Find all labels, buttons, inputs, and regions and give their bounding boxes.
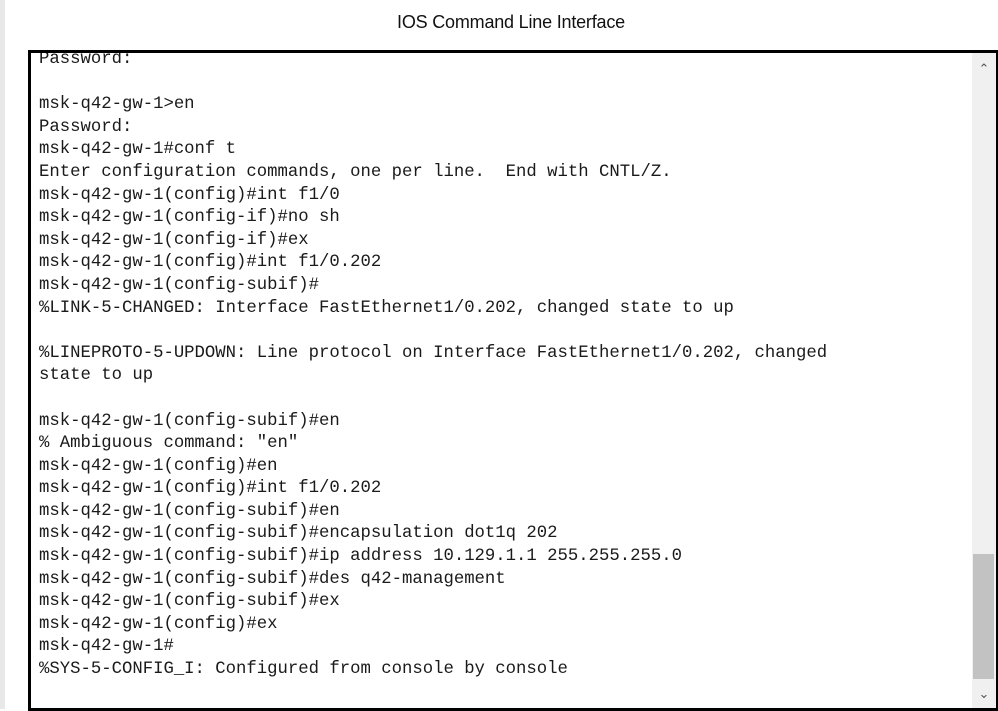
terminal-frame[interactable]: Password: msk-q42-gw-1>en Password: msk-q42… [28, 50, 998, 711]
terminal-line: msk-q42-gw-1>en [39, 95, 195, 115]
terminal-line: msk-q42-gw-1(config-subif)#encapsulation… [39, 524, 558, 544]
terminal-line: msk-q42-gw-1(config-subif)#des q42-manag… [39, 569, 506, 589]
terminal-line: state to up [39, 366, 154, 386]
scrollbar-thumb[interactable] [973, 554, 994, 679]
terminal-line: Password: [39, 117, 133, 137]
terminal-line: Password: [39, 50, 133, 69]
terminal-line: msk-q42-gw-1(config-subif)# [39, 275, 320, 295]
scroll-down-arrow-icon[interactable]: ⌄ [972, 682, 996, 706]
terminal-line: msk-q42-gw-1(config)#int f1/0 [39, 185, 340, 205]
terminal-line: msk-q42-gw-1# [39, 637, 174, 657]
terminal-line: msk-q42-gw-1(config-subif)#en [39, 501, 340, 521]
window-left-edge [0, 0, 5, 709]
terminal-line: msk-q42-gw-1(config-subif)#ip address 10… [39, 547, 682, 567]
terminal-line: Enter configuration commands, one per li… [39, 162, 672, 182]
terminal-line: msk-q42-gw-1(config-if)#no sh [39, 208, 340, 228]
terminal-line: %LINK-5-CHANGED: Interface FastEthernet1… [39, 298, 734, 318]
terminal-line: msk-q42-gw-1(config)#ex [39, 614, 278, 634]
terminal-line: % Ambiguous command: "en" [39, 434, 299, 454]
terminal-line: msk-q42-gw-1#conf t [39, 140, 237, 160]
terminal-line: msk-q42-gw-1(config-subif)#ex [39, 592, 340, 612]
terminal-line: msk-q42-gw-1(config-if)#ex [39, 230, 309, 250]
terminal-line: msk-q42-gw-1(config-subif)#en [39, 411, 340, 431]
terminal-line: msk-q42-gw-1(config)#int f1/0.202 [39, 479, 382, 499]
terminal-line: msk-q42-gw-1(config)#int f1/0.202 [39, 253, 382, 273]
terminal-line: msk-q42-gw-1(config)#en [39, 456, 278, 476]
vertical-scrollbar[interactable]: ⌃ ⌄ [972, 53, 996, 708]
terminal-line: %SYS-5-CONFIG_I: Configured from console… [39, 660, 568, 680]
scroll-up-arrow-icon[interactable]: ⌃ [972, 57, 996, 81]
terminal-output[interactable]: Password: msk-q42-gw-1>en Password: msk-q42… [39, 50, 964, 682]
window-title: IOS Command Line Interface [397, 12, 625, 32]
terminal-line: %LINEPROTO-5-UPDOWN: Line protocol on In… [39, 343, 828, 363]
